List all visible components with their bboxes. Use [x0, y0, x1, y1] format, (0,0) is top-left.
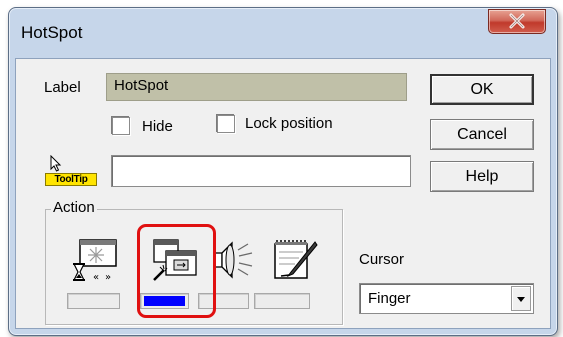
close-button[interactable]	[488, 9, 546, 34]
notepad-pen-icon[interactable]	[269, 236, 319, 284]
tooltip-input[interactable]	[111, 155, 411, 187]
lock-position-label: Lock position	[245, 115, 333, 132]
tooltip-icon: ToolTip	[45, 155, 98, 187]
ok-button[interactable]: OK	[430, 74, 534, 105]
action-slot-1[interactable]	[67, 293, 120, 309]
cancel-button[interactable]: Cancel	[430, 119, 534, 150]
hourglass-transition-icon[interactable]: « »	[71, 236, 121, 284]
svg-text:»: »	[105, 272, 111, 283]
label-input[interactable]: HotSpot	[106, 73, 407, 101]
label-caption: Label	[44, 79, 81, 96]
hotspot-dialog: HotSpot Label HotSpot Hide Lock position…	[8, 7, 558, 336]
tooltip-badge: ToolTip	[45, 173, 97, 186]
hide-checkbox[interactable]	[112, 117, 130, 135]
dropdown-button[interactable]	[511, 286, 531, 311]
help-button[interactable]: Help	[430, 161, 534, 192]
cursor-label: Cursor	[359, 251, 405, 268]
hide-label: Hide	[142, 118, 173, 135]
lock-position-checkbox[interactable]	[217, 115, 235, 133]
cursor-select[interactable]: Finger	[359, 283, 534, 314]
selection-highlight	[137, 224, 216, 318]
action-group-title: Action	[51, 199, 97, 216]
close-icon	[509, 13, 525, 29]
arrow-cursor-icon	[50, 155, 62, 172]
svg-text:«: «	[93, 272, 99, 283]
cursor-value: Finger	[368, 290, 411, 307]
action-slot-4[interactable]	[254, 293, 310, 309]
dialog-title: HotSpot	[21, 23, 83, 42]
dialog-body: Label HotSpot Hide Lock position ToolTip…	[15, 58, 551, 329]
chevron-down-icon	[517, 297, 525, 302]
